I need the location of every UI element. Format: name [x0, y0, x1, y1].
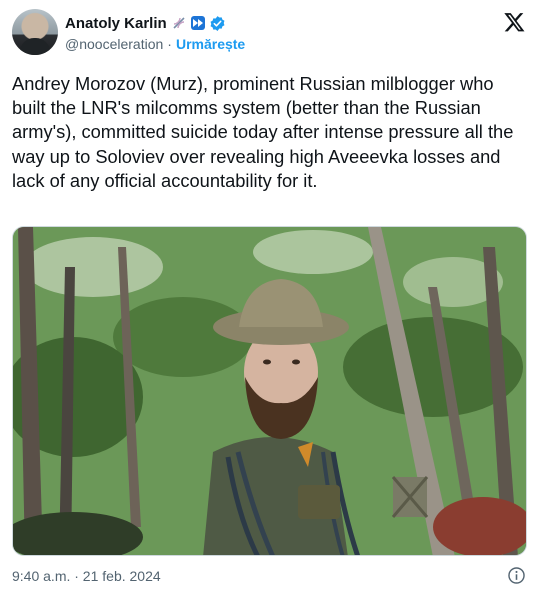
author-name-row: Anatoly Karlin: [65, 13, 226, 33]
author-display-name[interactable]: Anatoly Karlin: [65, 15, 167, 32]
author-handle-row: @nooceleration · Urmărește: [65, 36, 245, 52]
photo-illustration: [13, 227, 526, 555]
author-avatar[interactable]: [12, 9, 58, 55]
follow-button[interactable]: Urmărește: [176, 36, 245, 52]
fast-forward-icon: [190, 16, 205, 30]
handle-separator: ·: [167, 36, 172, 52]
dna-icon: [173, 17, 185, 29]
tweet-card: Anatoly Karlin @nooceleration · Urmăreșt…: [0, 0, 539, 592]
tweet-timestamp[interactable]: 9:40 a.m. · 21 feb. 2024: [12, 568, 161, 584]
info-icon[interactable]: [507, 566, 526, 585]
tweet-photo[interactable]: [12, 226, 527, 556]
avatar-figure: [20, 38, 50, 55]
x-logo-icon[interactable]: [503, 11, 526, 33]
author-handle[interactable]: @nooceleration: [65, 36, 163, 52]
verified-icon: [210, 15, 225, 31]
tweet-text: Andrey Morozov (Murz), prominent Russian…: [12, 73, 514, 191]
